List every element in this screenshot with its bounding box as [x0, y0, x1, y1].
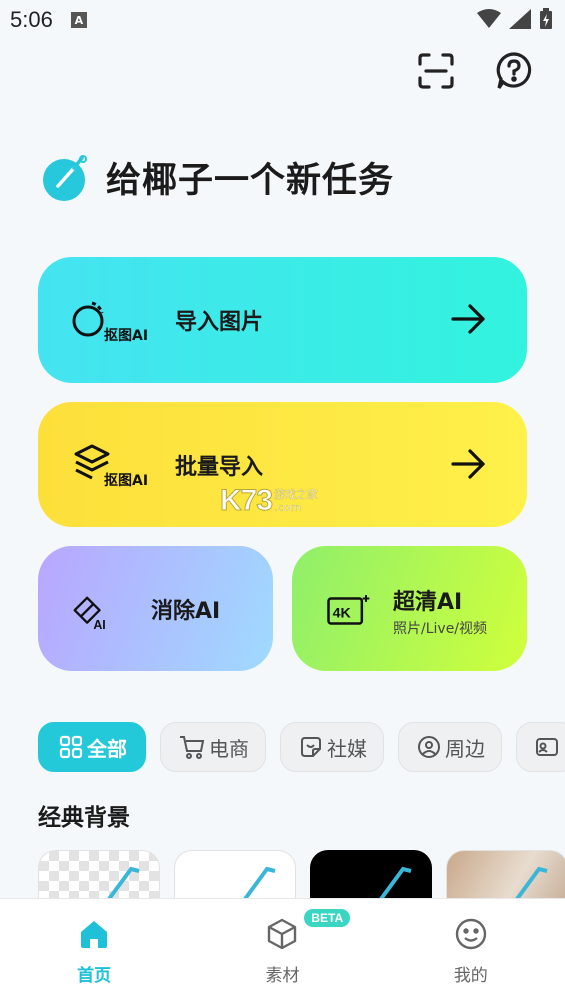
batch-badge-text: 抠图AI [104, 472, 148, 489]
nav-materials[interactable]: BETA 素材 [188, 899, 376, 1004]
scan-icon [418, 53, 454, 89]
arrow-right-icon [451, 304, 485, 334]
layers-ai-icon: 抠图AI [74, 444, 148, 489]
watermark-line2: .com [274, 501, 302, 514]
smiley-icon [455, 918, 487, 950]
nav-materials-label: 素材 [265, 966, 300, 986]
erase-badge-text: AI [93, 618, 105, 632]
battery-icon [540, 8, 552, 29]
status-bar: 5:06 A [0, 0, 565, 40]
bottom-nav: 首页 BETA 素材 我的 [0, 898, 565, 1004]
import-badge-text: 抠图AI [104, 327, 148, 344]
chip-all[interactable]: 全部 [38, 722, 146, 772]
face-tag-icon [418, 736, 440, 758]
chip-label: 周边 [445, 736, 485, 761]
signal-icon [509, 9, 531, 29]
nav-mine-label: 我的 [453, 966, 488, 986]
watermark-line1: 游戏之家 [274, 488, 319, 501]
help-button[interactable] [493, 50, 535, 92]
watermark-big: K73 [219, 484, 273, 518]
import-image-card[interactable]: 抠图AI 导入图片 [38, 257, 527, 383]
hd-ai-card[interactable]: 4K 超清AI 照片/Live/视频 [292, 546, 527, 671]
nav-mine[interactable]: 我的 [377, 899, 565, 1004]
import-image-label: 导入图片 [175, 310, 264, 335]
cube-icon [268, 918, 297, 950]
cutout-ai-icon: 抠图AI [72, 301, 148, 344]
hd-ai-sublabel: 照片/Live/视频 [393, 621, 488, 637]
help-icon [496, 52, 532, 89]
status-icons [477, 8, 553, 30]
status-time: 5:06 [10, 7, 53, 32]
home-icon [81, 921, 108, 948]
category-chips: 全部 电商 社媒 周边 [38, 722, 565, 772]
section-title: 经典背景 [38, 805, 130, 831]
watermark: K73 游戏之家 .com [219, 484, 318, 518]
hd-badge-text: 4K [333, 606, 352, 622]
4k-icon: 4K [327, 595, 370, 625]
nav-home[interactable]: 首页 [0, 899, 188, 1004]
nav-home-label: 首页 [77, 966, 112, 986]
beta-badge: BETA [304, 909, 351, 927]
id-card-icon [536, 738, 558, 756]
erase-ai-label: 消除AI [151, 598, 221, 624]
hero: 给椰子一个新任务 [40, 152, 394, 203]
wifi-icon [477, 9, 501, 28]
eraser-ai-icon: AI [73, 596, 106, 632]
erase-ai-card[interactable]: AI 消除AI [38, 546, 273, 671]
cart-icon [180, 736, 205, 759]
top-actions [415, 50, 535, 92]
chip-more[interactable] [516, 722, 565, 772]
chip-ecommerce[interactable]: 电商 [160, 722, 266, 772]
chip-social[interactable]: 社媒 [280, 722, 384, 772]
grid-icon [59, 735, 83, 759]
chip-label: 社媒 [327, 736, 367, 761]
chip-label: 全部 [87, 736, 127, 761]
hero-title: 给椰子一个新任务 [106, 161, 395, 201]
hd-ai-label: 超清AI [393, 590, 463, 615]
batch-import-label: 批量导入 [175, 454, 264, 480]
arrow-right-icon [451, 449, 485, 479]
coconut-logo-icon [43, 154, 87, 201]
watermark-small: 游戏之家 .com [274, 488, 318, 514]
sticker-icon [301, 737, 321, 757]
chip-merch[interactable]: 周边 [398, 722, 502, 772]
scan-button[interactable] [415, 50, 457, 92]
chip-label: 电商 [209, 736, 249, 761]
notification-a-icon: A [70, 12, 87, 28]
